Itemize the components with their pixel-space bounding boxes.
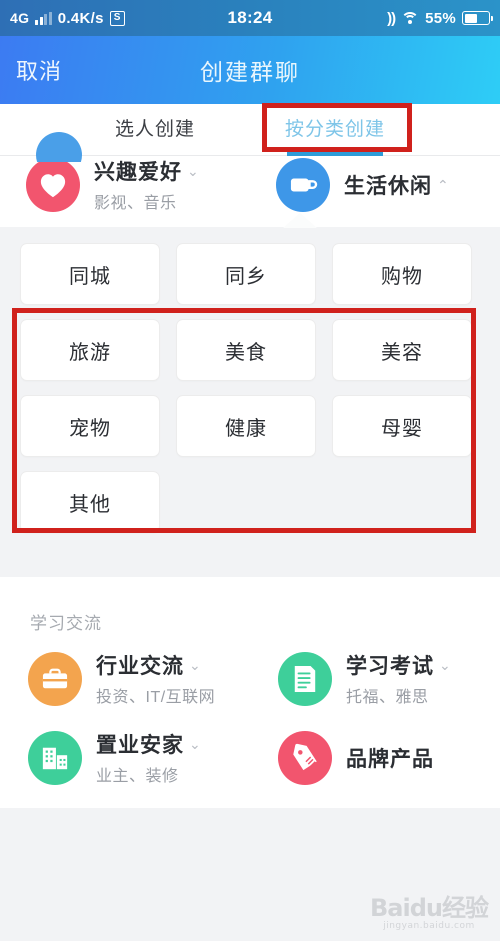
status-bar: 4G 0.4K/s S 18:24 )) 55%	[0, 0, 500, 36]
content-area[interactable]: 兴趣爱好 ⌄ 影视、音乐 生活休闲 ⌃ 同城 同乡 购物 旅游 美食 美容 宠物…	[0, 132, 500, 808]
subcategory-item[interactable]: 母婴	[332, 395, 472, 457]
watermark-main: Baidu经验	[370, 894, 489, 923]
subcategory-item[interactable]: 宠物	[20, 395, 160, 457]
watermark: Baidu经验 jingyan.baidu.com	[370, 894, 489, 931]
subcategory-item[interactable]: 同城	[20, 243, 160, 305]
subcategory-item[interactable]: 其他	[20, 471, 160, 533]
study-item-title: 品牌产品	[346, 747, 434, 771]
battery-icon	[462, 11, 494, 25]
study-item[interactable]: 置业安家 ⌄ 业主、装修	[0, 729, 250, 786]
study-item[interactable]: 行业交流 ⌄ 投资、IT/互联网	[0, 650, 250, 707]
scrolled-partial-icon	[36, 132, 82, 162]
document-icon	[278, 651, 332, 706]
study-item[interactable]: 学习考试 ⌄ 托福、雅思	[250, 650, 500, 707]
study-item-texts: 行业交流 ⌄ 投资、IT/互联网	[96, 650, 215, 707]
study-section-rows: 行业交流 ⌄ 投资、IT/互联网 学习考试 ⌄ 托福、雅思置业安家 ⌄ 业主、装修 品牌产品	[0, 650, 500, 808]
category-item-interest[interactable]: 兴趣爱好 ⌄ 影视、音乐	[0, 156, 250, 213]
price-tag-icon	[278, 730, 332, 785]
phone-screen: 4G 0.4K/s S 18:24 )) 55% 取消 创建群聊 选人创建 按分…	[0, 0, 500, 941]
study-item-title-line: 学习考试 ⌄	[346, 650, 451, 680]
status-bar-right: )) 55%	[273, 9, 494, 27]
signal-strength-icon	[35, 11, 52, 25]
battery-percent-label: 55%	[425, 9, 457, 27]
subcategory-item[interactable]: 旅游	[20, 319, 160, 381]
subcategory-item[interactable]: 同乡	[176, 243, 316, 305]
study-item-texts: 品牌产品	[346, 743, 434, 773]
expanded-pointer-icon	[283, 213, 317, 228]
network-speed-label: 0.4K/s	[57, 9, 104, 27]
category-item-interest-subtitle: 影视、音乐	[94, 195, 177, 212]
nav-bar: 取消 创建群聊	[0, 36, 500, 104]
chevron-up-icon[interactable]: ⌃	[437, 178, 449, 192]
subcategory-item[interactable]: 购物	[332, 243, 472, 305]
subcategory-grid: 同城 同乡 购物旅游 美食 美容宠物 健康 母婴其他	[20, 243, 480, 533]
s-badge-icon: S	[109, 10, 125, 26]
watermark-sub: jingyan.baidu.com	[383, 920, 475, 931]
chevron-down-icon[interactable]: ⌄	[189, 737, 201, 751]
study-item-subtitle: 投资、IT/互联网	[96, 689, 216, 706]
study-item-title: 置业安家	[96, 734, 184, 757]
study-item-texts: 学习考试 ⌄ 托福、雅思	[346, 650, 451, 707]
study-item-subtitle: 业主、装修	[96, 768, 179, 785]
tab-select-people[interactable]: 选人创建	[115, 114, 195, 145]
vibrate-icon: ))	[387, 9, 396, 27]
category-item-lifestyle-title: 生活休闲	[344, 174, 432, 198]
network-type-label: 4G	[10, 10, 30, 26]
category-item-lifestyle[interactable]: 生活休闲 ⌃	[250, 156, 500, 213]
category-item-interest-texts: 兴趣爱好 ⌄ 影视、音乐	[94, 156, 199, 213]
chevron-down-icon[interactable]: ⌄	[439, 658, 451, 672]
section-divider	[0, 551, 500, 577]
study-item-title-line: 置业安家 ⌄	[96, 729, 201, 759]
tab-select-people-label: 选人创建	[114, 119, 195, 140]
briefcase-icon	[28, 651, 82, 706]
study-section-title: 学习交流	[30, 614, 102, 633]
study-section: 学习交流 行业交流 ⌄ 投资、IT/互联网 学习考试 ⌄ 托福、雅思置业安家 ⌄ 业主、装修 品…	[0, 577, 500, 808]
tab-by-category-label: 按分类创建	[285, 119, 386, 140]
category-item-lifestyle-title-line: 生活休闲 ⌃	[344, 170, 449, 200]
subcategory-item[interactable]: 美容	[332, 319, 472, 381]
page-title: 创建群聊	[200, 59, 300, 85]
study-list-row: 置业安家 ⌄ 业主、装修 品牌产品	[0, 729, 500, 808]
study-item-title: 学习考试	[346, 655, 434, 678]
study-item-texts: 置业安家 ⌄ 业主、装修	[96, 729, 201, 786]
wifi-icon	[401, 11, 420, 25]
status-bar-left: 4G 0.4K/s S	[10, 10, 228, 27]
study-list-row: 行业交流 ⌄ 投资、IT/互联网 学习考试 ⌄ 托福、雅思	[0, 650, 500, 729]
subcategory-panel: 同城 同乡 购物旅游 美食 美容宠物 健康 母婴其他	[0, 227, 500, 551]
status-bar-clock: 18:24	[227, 8, 273, 27]
chevron-down-icon[interactable]: ⌄	[187, 164, 199, 178]
category-row: 兴趣爱好 ⌄ 影视、音乐 生活休闲 ⌃	[0, 132, 500, 228]
cancel-button[interactable]: 取消	[16, 54, 62, 86]
category-item-lifestyle-texts: 生活休闲 ⌃	[344, 170, 449, 200]
study-item-title: 行业交流	[96, 655, 184, 678]
study-item-title-line: 品牌产品	[346, 743, 434, 773]
study-item[interactable]: 品牌产品	[250, 729, 500, 786]
chevron-down-icon[interactable]: ⌄	[189, 658, 201, 672]
study-item-subtitle: 托福、雅思	[346, 689, 429, 706]
heart-icon	[26, 157, 80, 212]
subcategory-item[interactable]: 美食	[176, 319, 316, 381]
tab-by-category[interactable]: 按分类创建	[285, 114, 386, 158]
building-icon	[28, 730, 82, 785]
category-item-interest-title-line: 兴趣爱好 ⌄	[94, 156, 199, 186]
subcategory-item[interactable]: 健康	[176, 395, 316, 457]
coffee-cup-icon	[276, 157, 330, 212]
category-item-interest-title: 兴趣爱好	[94, 161, 182, 184]
study-item-title-line: 行业交流 ⌄	[96, 650, 215, 680]
